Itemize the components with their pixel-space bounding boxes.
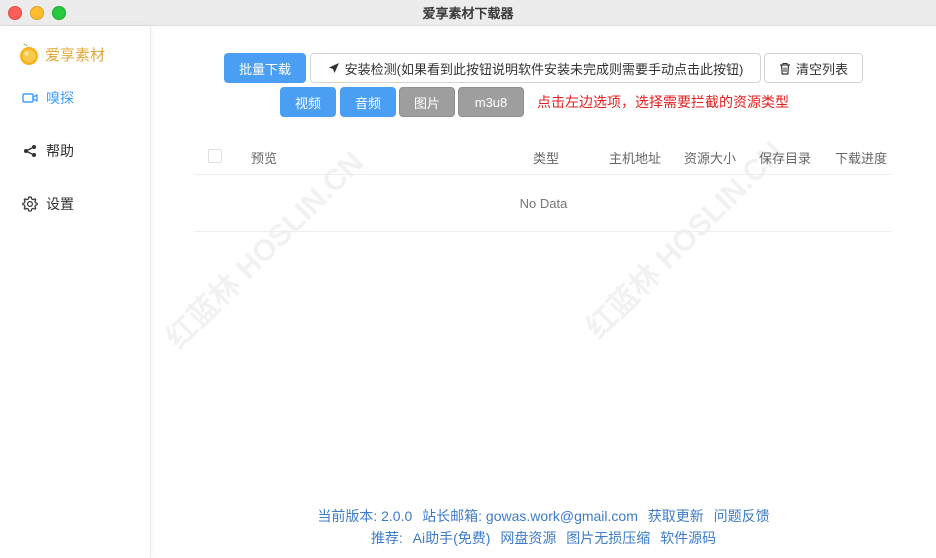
empty-text: No Data bbox=[519, 195, 568, 211]
source-code-link[interactable]: 软件源码 bbox=[660, 530, 716, 546]
select-all-checkbox[interactable] bbox=[208, 149, 222, 163]
window-title: 爱享素材下载器 bbox=[422, 6, 514, 21]
brand-name: 爱享素材 bbox=[45, 46, 106, 64]
column-progress: 下载进度 bbox=[835, 151, 888, 166]
version-text: 当前版本: 2.0.0 bbox=[317, 508, 413, 524]
filter-video-button[interactable]: 视频 bbox=[280, 87, 336, 117]
sidebar: 爱享素材 嗅探 帮助 设置 bbox=[0, 26, 151, 558]
zoom-window-button[interactable] bbox=[52, 6, 66, 20]
app-window: 爱享素材下载器 爱享素材 嗅探 帮助 设置 红蓝林 HOSLIN.CN 红蓝林 … bbox=[0, 0, 936, 558]
close-window-button[interactable] bbox=[8, 6, 22, 20]
filter-m3u8-button[interactable]: m3u8 bbox=[458, 87, 524, 117]
footer-line-1: 当前版本: 2.0.0 站长邮箱: gowas.work@gmail.com 获… bbox=[151, 506, 936, 526]
netdisk-link[interactable]: 网盘资源 bbox=[500, 530, 556, 546]
minimize-window-button[interactable] bbox=[30, 6, 44, 20]
brand: 爱享素材 bbox=[18, 42, 105, 66]
gear-icon bbox=[22, 196, 38, 212]
batch-download-button[interactable]: 批量下载 bbox=[224, 53, 306, 83]
column-type: 类型 bbox=[533, 151, 560, 166]
feedback-link[interactable]: 问题反馈 bbox=[714, 508, 770, 524]
filter-hint: 点击左边选项，选择需要拦截的资源类型 bbox=[537, 94, 789, 110]
send-icon bbox=[328, 62, 340, 74]
clear-list-label: 清空列表 bbox=[795, 61, 848, 77]
sidebar-item-label: 嗅探 bbox=[46, 90, 74, 106]
sidebar-item-label: 帮助 bbox=[46, 143, 74, 159]
get-update-link[interactable]: 获取更新 bbox=[648, 508, 704, 524]
clear-list-button[interactable]: 清空列表 bbox=[764, 53, 863, 83]
sidebar-item-settings[interactable]: 设置 bbox=[22, 194, 74, 214]
trash-icon bbox=[779, 62, 791, 75]
sidebar-item-label: 设置 bbox=[46, 196, 74, 212]
ai-assistant-link[interactable]: Ai助手(免费) bbox=[413, 530, 491, 546]
column-host: 主机地址 bbox=[609, 151, 662, 166]
install-check-label: 安装检测(如果看到此按钮说明软件安装未完成则需要手动点击此按钮) bbox=[344, 61, 744, 77]
video-camera-icon bbox=[22, 90, 38, 106]
window-controls bbox=[8, 6, 66, 20]
email-text: 站长邮箱: gowas.work@gmail.com bbox=[422, 508, 638, 524]
column-preview: 预览 bbox=[251, 151, 278, 166]
filter-audio-button[interactable]: 音频 bbox=[340, 87, 396, 117]
recommend-label: 推荐: bbox=[370, 530, 403, 546]
sidebar-item-help[interactable]: 帮助 bbox=[22, 141, 74, 161]
install-check-button[interactable]: 安装检测(如果看到此按钮说明软件安装未完成则需要手动点击此按钮) bbox=[310, 53, 761, 83]
column-save-dir: 保存目录 bbox=[759, 151, 812, 166]
table-empty-row: No Data bbox=[195, 175, 892, 232]
resource-table: 预览 类型 主机地址 资源大小 保存目录 下载进度 No Data bbox=[195, 138, 892, 232]
title-bar: 爱享素材下载器 bbox=[0, 0, 936, 26]
column-size: 资源大小 bbox=[684, 151, 737, 166]
share-icon bbox=[22, 143, 38, 159]
image-compress-link[interactable]: 图片无损压缩 bbox=[566, 530, 650, 546]
table-header: 预览 类型 主机地址 资源大小 保存目录 下载进度 bbox=[195, 138, 892, 175]
orange-logo-icon bbox=[18, 42, 40, 66]
sidebar-item-sniff[interactable]: 嗅探 bbox=[22, 88, 74, 108]
filter-image-button[interactable]: 图片 bbox=[399, 87, 455, 117]
footer-line-2: 推荐: Ai助手(免费) 网盘资源 图片无损压缩 软件源码 bbox=[151, 528, 936, 548]
main-content: 红蓝林 HOSLIN.CN 红蓝林 HOSLIN.CN 批量下载 安装检测(如果… bbox=[151, 26, 936, 558]
